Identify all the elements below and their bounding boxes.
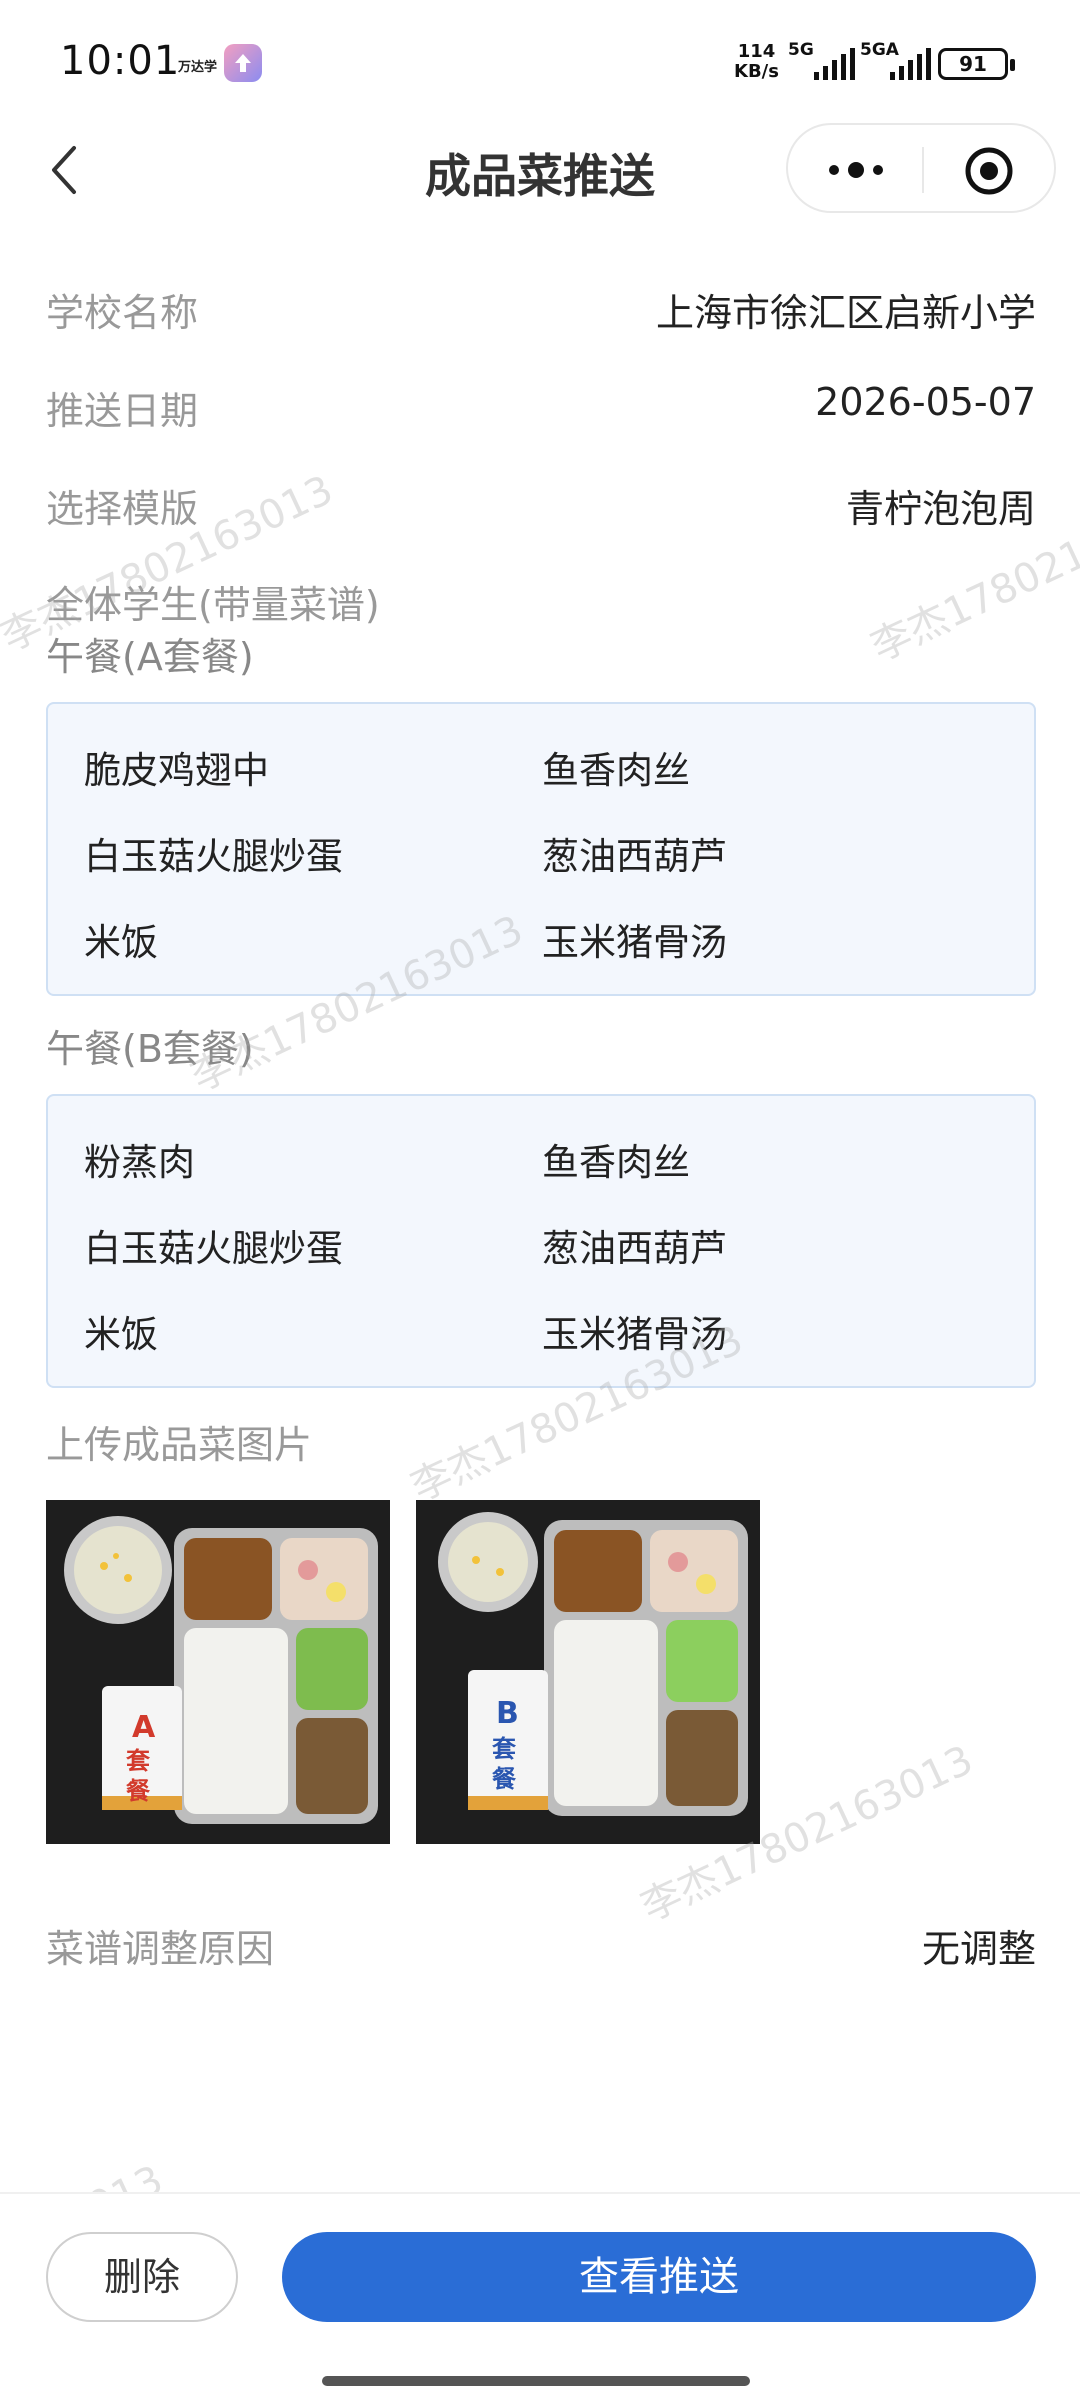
dish-photo-a[interactable]: A 套餐 bbox=[46, 1500, 390, 1844]
menu-a-item: 葱油西葫芦 bbox=[542, 835, 727, 878]
audience-title: 全体学生(带量菜谱) bbox=[46, 583, 380, 627]
more-icon[interactable] bbox=[824, 155, 888, 185]
menu-b-item: 玉米猪骨汤 bbox=[542, 1313, 727, 1356]
status-time: 10:01 bbox=[60, 38, 181, 84]
menu-a-title: 午餐(A套餐) bbox=[46, 635, 254, 679]
network-speed: 114 KB/s bbox=[734, 41, 779, 82]
status-bar: 10:01 万达学 114 KB/s 5G 5GA 91 bbox=[0, 0, 1080, 120]
template-label: 选择模版 bbox=[46, 487, 199, 531]
school-row: 学校名称 上海市徐汇区启新小学 bbox=[46, 282, 1036, 342]
delete-button[interactable]: 删除 bbox=[46, 2232, 238, 2322]
menu-a-item: 玉米猪骨汤 bbox=[542, 921, 727, 964]
menu-b-item: 葱油西葫芦 bbox=[542, 1227, 727, 1270]
photos-title: 上传成品菜图片 bbox=[46, 1423, 313, 1467]
close-target-icon[interactable] bbox=[964, 146, 1014, 196]
capsule-divider bbox=[922, 147, 924, 193]
school-value: 上海市徐汇区启新小学 bbox=[655, 291, 1036, 335]
menu-a-item: 鱼香肉丝 bbox=[542, 749, 690, 792]
upload-app-icon bbox=[224, 44, 262, 82]
nav-bar: 成品菜推送 bbox=[0, 120, 1080, 220]
footer-bar: 删除 查看推送 bbox=[0, 2192, 1080, 2400]
menu-b-item: 鱼香肉丝 bbox=[542, 1141, 690, 1184]
adjust-row: 菜谱调整原因 无调整 bbox=[46, 1918, 1036, 1978]
adjust-label: 菜谱调整原因 bbox=[46, 1927, 275, 1971]
menu-b-title: 午餐(B套餐) bbox=[46, 1027, 254, 1071]
date-value: 2026-05-07 bbox=[815, 380, 1036, 424]
menu-a-item: 脆皮鸡翅中 bbox=[84, 749, 269, 792]
school-label: 学校名称 bbox=[46, 291, 199, 335]
menu-b-item: 白玉菇火腿炒蛋 bbox=[84, 1227, 343, 1270]
battery-icon: 91 bbox=[938, 48, 1015, 80]
mini-program-capsule bbox=[786, 123, 1056, 213]
adjust-value: 无调整 bbox=[921, 1927, 1036, 1971]
menu-b-item: 米饭 bbox=[84, 1313, 158, 1356]
card-text-b: 套餐 bbox=[492, 1735, 516, 1793]
date-label: 推送日期 bbox=[46, 389, 199, 433]
dish-photo-b[interactable]: B 套餐 bbox=[416, 1500, 760, 1844]
menu-a-item: 白玉菇火腿炒蛋 bbox=[84, 835, 343, 878]
menu-a-box: 脆皮鸡翅中 鱼香肉丝 白玉菇火腿炒蛋 葱油西葫芦 米饭 玉米猪骨汤 bbox=[46, 702, 1036, 996]
template-value[interactable]: 青柠泡泡周 bbox=[846, 478, 1036, 533]
card-text-a: 套餐 bbox=[126, 1747, 150, 1805]
menu-b-box: 粉蒸肉 鱼香肉丝 白玉菇火腿炒蛋 葱油西葫芦 米饭 玉米猪骨汤 bbox=[46, 1094, 1036, 1388]
card-letter-b: B bbox=[496, 1696, 519, 1731]
date-row: 推送日期 2026-05-07 bbox=[46, 380, 1036, 440]
view-push-button[interactable]: 查看推送 bbox=[282, 2232, 1036, 2322]
home-indicator[interactable] bbox=[322, 2376, 750, 2386]
app-notification-icon: 万达学 bbox=[178, 60, 218, 75]
template-row[interactable]: 选择模版 青柠泡泡周 bbox=[46, 478, 1036, 538]
menu-b-item: 粉蒸肉 bbox=[84, 1141, 195, 1184]
card-letter-a: A bbox=[132, 1710, 156, 1745]
menu-a-item: 米饭 bbox=[84, 921, 158, 964]
